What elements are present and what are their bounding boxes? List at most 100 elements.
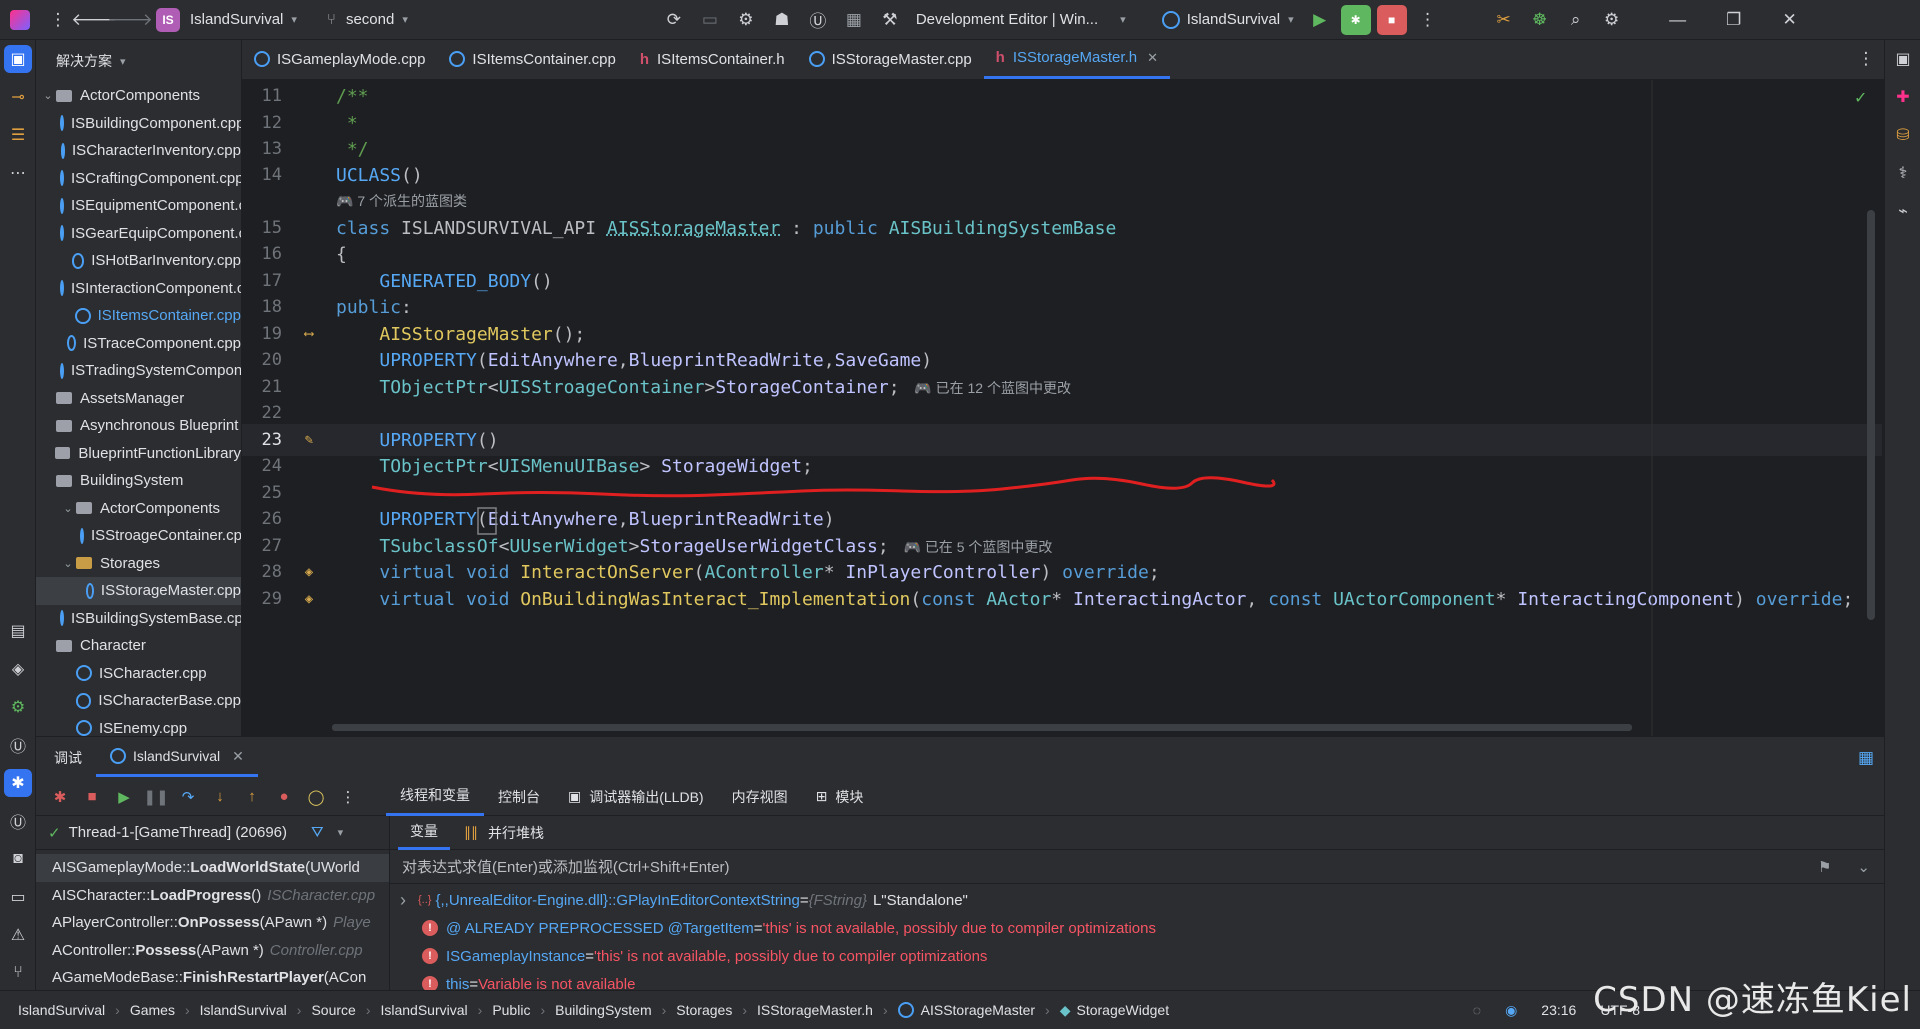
tree-folder[interactable]: AssetsManager — [36, 385, 241, 413]
sync-icon[interactable]: ⟳ — [656, 0, 692, 40]
tree-file[interactable]: ISCharacter.cpp — [36, 660, 241, 688]
tree-file[interactable]: ISGearEquipComponent.cpp — [36, 220, 241, 248]
breadcrumb-item[interactable]: ISStorageMaster.h — [757, 1002, 873, 1018]
eye-icon[interactable]: ◉ — [1505, 1002, 1517, 1019]
stack-frame[interactable]: AISGameplayMode:: LoadWorldState (UWorld — [36, 854, 389, 882]
structure-tool-icon[interactable]: ☰ — [0, 116, 36, 154]
thread-selector[interactable]: ✓ Thread-1-[GameThread] (20696) ⛛ ▾ — [36, 816, 389, 850]
step-into-icon[interactable]: ↓ — [204, 778, 236, 816]
run-config-selector[interactable]: Development Editor | Win... ▾ — [908, 0, 1134, 40]
project-panel-header[interactable]: 解决方案 ▾ — [36, 40, 241, 82]
commit-tool-icon[interactable]: ⊸ — [0, 78, 36, 116]
breadcrumb-item[interactable]: Source — [311, 1002, 355, 1018]
variable-row[interactable]: ! ISGameplayInstance = 'this' is not avai… — [400, 942, 1884, 970]
tree-file[interactable]: ISItemsContainer.cpp — [36, 302, 241, 330]
breadcrumb-item[interactable]: IslandSurvival — [380, 1002, 467, 1018]
vcs-branch-widget[interactable]: ⑂ second ▾ — [319, 0, 416, 40]
editor-tab[interactable]: ISStorageMaster.cpp — [797, 39, 984, 79]
editor-tab[interactable]: ISItemsContainer.cpp — [437, 39, 627, 79]
unreal-icon[interactable]: Ⓤ — [800, 0, 836, 40]
debug-tab-label[interactable]: 调试 — [36, 739, 96, 777]
run-icon[interactable]: ▶ — [1302, 0, 1338, 40]
inspect-icon[interactable]: ◙ — [0, 840, 36, 878]
stack-frame[interactable]: AController:: Possess (APawn *) Controller… — [36, 937, 389, 965]
minimize-icon[interactable]: — — [1650, 0, 1706, 40]
resume-icon[interactable]: ▶ — [108, 778, 140, 816]
progress-icon[interactable]: ◌ — [1473, 1002, 1481, 1018]
stack-frame[interactable]: AISCharacter:: LoadProgress() ISCharacter… — [36, 882, 389, 910]
forward-icon[interactable]: 🡒 — [107, 0, 153, 40]
maximize-icon[interactable]: ❐ — [1706, 0, 1762, 40]
hammer-build-icon[interactable]: ⚒ — [872, 0, 908, 40]
stack-frame[interactable]: APlayerController:: OnPossess (APawn *) Pl… — [36, 909, 389, 937]
bug-robot-icon[interactable]: ☗ — [764, 0, 800, 40]
variable-row[interactable]: ! @ ALREADY PREPROCESSED @TargetItem = 't… — [400, 914, 1884, 942]
editor-tab[interactable]: h ISItemsContainer.h — [628, 39, 797, 79]
tab-parallel-stacks[interactable]: ∥∥ 并行堆栈 — [450, 816, 558, 850]
tree-file[interactable]: ISStroageContainer.cpp — [36, 522, 241, 550]
step-out-icon[interactable]: ↑ — [236, 778, 268, 816]
mute-breakpoints-icon[interactable]: ◯ — [300, 778, 332, 816]
tree-file[interactable]: ISHotBarInventory.cpp — [36, 247, 241, 275]
python-icon[interactable]: ⚕ — [1885, 154, 1920, 192]
tree-file[interactable]: ISEnemy.cpp — [36, 715, 241, 736]
tree-folder[interactable]: ⌄ Storages — [36, 550, 241, 578]
problems-icon[interactable]: ⚠ — [0, 916, 36, 954]
expand-icon[interactable]: ⌄ — [1857, 858, 1870, 876]
debug-subtab[interactable]: 控制台 — [484, 778, 554, 816]
rerun-debug-icon[interactable]: ✱ — [44, 778, 76, 816]
terminal-icon[interactable]: ▭ — [0, 878, 36, 916]
debug-subtab[interactable]: ⊞ 模块 — [802, 778, 878, 816]
close-window-icon[interactable]: ✕ — [1762, 0, 1818, 40]
breadcrumb-item[interactable]: AISStorageMaster — [921, 1002, 1035, 1018]
project-tool-icon[interactable]: ▣ — [4, 45, 32, 73]
stop-debug-icon[interactable]: ■ — [76, 778, 108, 816]
debug-session-tab[interactable]: IslandSurvival ✕ — [96, 739, 258, 777]
tree-file[interactable]: ISBuildingSystemBase.cpp — [36, 605, 241, 633]
tree-file[interactable]: ISCharacterInventory.cpp — [36, 137, 241, 165]
device-icon[interactable]: ▭ — [692, 0, 728, 40]
bookmarks-icon[interactable]: ▤ — [0, 612, 36, 650]
search-icon[interactable]: ⌕ — [1558, 0, 1594, 40]
code-editor[interactable]: 11/** 12 * 13 */14 UCLASS() 🎮 7 个派生的蓝图类 15 cla… — [242, 80, 1884, 736]
more-actions-icon[interactable]: ⋮ — [1410, 0, 1446, 40]
run-target-selector[interactable]: IslandSurvival ▾ — [1154, 0, 1302, 40]
evaluate-expression-field[interactable]: 对表达式求值(Enter)或添加监视(Ctrl+Shift+Enter) ⚑ ⌄ — [390, 850, 1884, 884]
unreal-tool-icon[interactable]: Ⓤ — [0, 726, 36, 764]
tree-folder[interactable]: ⌄ ActorComponents — [36, 82, 241, 110]
blueprint-icon[interactable]: ▦ — [836, 0, 872, 40]
debug-subtab[interactable]: 线程和变量 — [386, 778, 484, 816]
tree-folder[interactable]: ⌄ ActorComponents — [36, 495, 241, 523]
profiler-icon[interactable]: ⌁ — [1885, 192, 1920, 230]
debug-subtab[interactable]: ▣ 调试器输出(LLDB) — [554, 778, 718, 816]
bookmark-icon[interactable]: ⚑ — [1818, 858, 1831, 876]
expand-arrow-icon[interactable]: › — [400, 890, 406, 911]
settings-icon[interactable]: ⚙ — [1594, 0, 1630, 40]
stop-icon[interactable]: ■ — [1374, 0, 1410, 40]
close-icon[interactable]: ✕ — [232, 748, 244, 765]
unreal-log-icon[interactable]: Ⓤ — [0, 802, 36, 840]
tree-file[interactable]: ISStorageMaster.cpp — [36, 577, 241, 605]
debug-subtab[interactable]: 内存视图 — [718, 778, 802, 816]
tree-file[interactable]: ISCraftingComponent.cpp — [36, 165, 241, 193]
breadcrumb-item[interactable]: IslandSurvival — [18, 1002, 105, 1018]
ai-assistant-icon[interactable]: ☸ — [1522, 0, 1558, 40]
debug-icon[interactable]: ✱ — [1338, 0, 1374, 40]
database-icon[interactable]: ⛁ — [1885, 116, 1920, 154]
breadcrumb-item[interactable]: Storages — [676, 1002, 732, 1018]
tree-file[interactable]: ISCharacterBase.cpp — [36, 687, 241, 715]
variable-row[interactable]: › {..} {,,UnrealEditor-Engine.dll}::GPlayI… — [400, 886, 1884, 914]
more-tools-icon[interactable]: ⋯ — [0, 154, 36, 192]
tree-folder[interactable]: Character — [36, 632, 241, 660]
pause-icon[interactable]: ❚❚ — [140, 778, 172, 816]
tree-folder[interactable]: BuildingSystem — [36, 467, 241, 495]
tab-variables[interactable]: 变量 — [398, 816, 450, 850]
robot-icon[interactable]: ⚙ — [728, 0, 764, 40]
breadcrumb-item[interactable]: IslandSurvival — [200, 1002, 287, 1018]
editor-tab[interactable]: h ISStorageMaster.h ✕ — [983, 39, 1170, 79]
layout-icon[interactable]: ▦ — [1848, 738, 1884, 778]
close-icon[interactable]: ✕ — [1147, 50, 1158, 66]
more-debug-icon[interactable]: ⋮ — [332, 778, 364, 816]
breadcrumb-item[interactable]: StorageWidget — [1076, 1002, 1169, 1018]
caret-position[interactable]: 23:16 — [1541, 1002, 1576, 1018]
